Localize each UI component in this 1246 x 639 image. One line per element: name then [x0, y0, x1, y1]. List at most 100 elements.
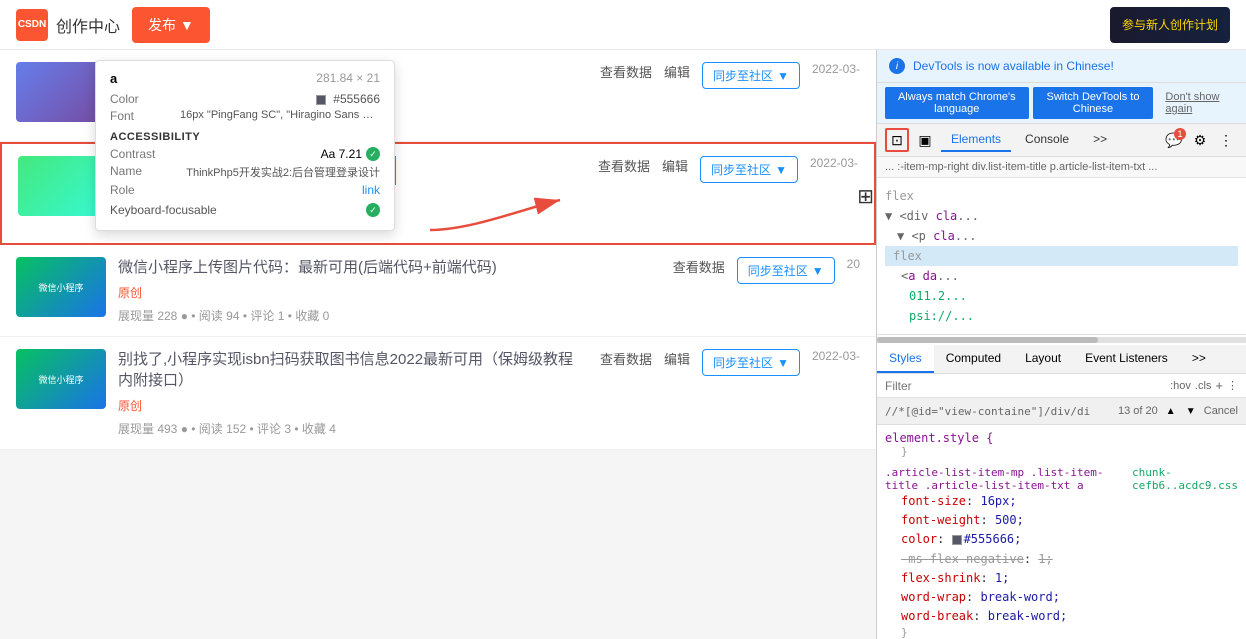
- style-prop: word-break: break-word;: [885, 607, 1238, 626]
- nav-up-button[interactable]: ▲: [1162, 402, 1180, 420]
- dont-show-again-link[interactable]: Don't show again: [1157, 87, 1238, 119]
- article-actions: 查看数据 编辑 同步至社区 ▼ 2022-03-: [600, 349, 860, 437]
- info-icon: i: [889, 58, 905, 74]
- vertical-dots-icon[interactable]: ⋮: [1214, 128, 1238, 152]
- qr-icon: ⊞: [857, 184, 874, 209]
- elements-tree: flex ▼ <div cla... ▼ <p cla... flex <a d…: [877, 178, 1246, 335]
- tooltip-color-row: Color #555666: [110, 92, 380, 106]
- view-data-link[interactable]: 查看数据: [600, 349, 652, 368]
- article-item: services.exe作用 原创 推荐受影响 展现量 195 ● • 阅读 1…: [0, 50, 876, 142]
- horizontal-scrollbar[interactable]: [877, 337, 1246, 343]
- switch-chinese-button[interactable]: Switch DevTools to Chinese: [1033, 87, 1154, 119]
- tooltip-dimensions: 281.84 × 21: [316, 71, 380, 86]
- edit-link[interactable]: 编辑: [662, 156, 688, 175]
- article-tags: 原创: [118, 284, 661, 301]
- sync-button[interactable]: 同步至社区 ▼: [702, 62, 800, 89]
- devtools-toolbar: ⊡ ▣ Elements Console >> 💬 1 ⚙ ⋮: [877, 124, 1246, 157]
- style-prop: color: #555666;: [885, 530, 1238, 549]
- app-container: CSDN 创作中心 发布 ▼ 参与新人创作计划 services.exe作用: [0, 0, 1246, 639]
- article-item: 微信小程序 微信小程序上传图片代码：最新可用(后端代码+前端代码) 原创 展现量…: [0, 245, 876, 337]
- style-rule: element.style { }: [885, 431, 1238, 458]
- tooltip-keyboard-row: Keyboard-focusable ✓: [110, 203, 380, 217]
- filter-cls[interactable]: .cls: [1195, 380, 1212, 392]
- style-selector: .article-list-item-mp .list-item-title .…: [885, 466, 1132, 492]
- filter-plus[interactable]: +: [1215, 378, 1223, 393]
- devtools-panel: i DevTools is now available in Chinese! …: [876, 50, 1246, 639]
- tab-styles[interactable]: Styles: [877, 345, 934, 373]
- styles-filter-input[interactable]: [885, 379, 1166, 393]
- nav-down-button[interactable]: ▼: [1182, 402, 1200, 420]
- tree-line: flex: [885, 186, 1238, 206]
- cancel-selector[interactable]: Cancel: [1204, 405, 1238, 417]
- tree-line: <a da...: [885, 266, 1238, 286]
- wechat-icon-text2: 微信小程序: [38, 373, 83, 386]
- badge-count: 1: [1174, 128, 1186, 140]
- article-body: 别找了,小程序实现isbn扫码获取图书信息2022最新可用（保姆级教程内附接口）…: [118, 349, 588, 437]
- inspect-element-icon[interactable]: ⊡: [885, 128, 909, 152]
- banner-text: 参与新人创作计划: [1122, 16, 1218, 33]
- tree-line: ▼ <div cla...: [885, 206, 1238, 226]
- publish-label: 发布: [148, 15, 176, 35]
- tooltip-font-value: 16px "PingFang SC", "Hiragino Sans GB", …: [180, 109, 380, 123]
- style-rule: .article-list-item-mp .list-item-title .…: [885, 466, 1238, 639]
- sync-button[interactable]: 同步至社区 ▼: [737, 257, 835, 284]
- sync-label: 同步至社区: [711, 161, 771, 178]
- publish-button[interactable]: 发布 ▼: [132, 7, 210, 43]
- message-badge[interactable]: 💬 1: [1162, 128, 1186, 152]
- selector-value: //*[@id="view-containe"]/div/di: [885, 405, 1114, 418]
- tooltip-name-label: Name: [110, 164, 142, 180]
- filter-more[interactable]: ⋮: [1227, 379, 1238, 392]
- sync-button[interactable]: 同步至社区 ▼: [700, 156, 798, 183]
- edit-link[interactable]: 编辑: [664, 62, 690, 81]
- article-meta: 展现量 493 ● • 阅读 152 • 评论 3 • 收藏 4: [118, 420, 588, 437]
- settings-icon[interactable]: ⚙: [1188, 128, 1212, 152]
- article-actions: 查看数据 编辑 同步至社区 ▼ 2022-03-: [598, 156, 858, 231]
- styles-tabs: Styles Computed Layout Event Listeners >…: [877, 345, 1246, 374]
- banner-image: 参与新人创作计划: [1110, 7, 1230, 43]
- view-data-link[interactable]: 查看数据: [598, 156, 650, 175]
- scrollbar-thumb: [877, 337, 1098, 343]
- tooltip-contrast-value: Aa 7.21 ✓: [321, 147, 380, 161]
- sync-label: 同步至社区: [748, 262, 808, 279]
- device-toolbar-icon[interactable]: ▣: [913, 128, 937, 152]
- sync-label: 同步至社区: [713, 354, 773, 371]
- tooltip-contrast-row: Contrast Aa 7.21 ✓: [110, 147, 380, 161]
- article-body: 微信小程序上传图片代码：最新可用(后端代码+前端代码) 原创 展现量 228 ●…: [118, 257, 661, 324]
- tab-computed[interactable]: Computed: [934, 345, 1013, 373]
- filter-hov[interactable]: :hov: [1170, 380, 1191, 392]
- article-actions: 查看数据 编辑 同步至社区 ▼ 2022-03-: [600, 62, 860, 129]
- styles-section: element.style { } .article-list-item-mp …: [877, 425, 1246, 639]
- sync-button[interactable]: 同步至社区 ▼: [702, 349, 800, 376]
- keyboard-check-icon: ✓: [366, 203, 380, 217]
- tab-more-styles[interactable]: >>: [1180, 345, 1218, 373]
- tab-event-listeners[interactable]: Event Listeners: [1073, 345, 1180, 373]
- tooltip-color-label: Color: [110, 92, 139, 106]
- color-swatch: [316, 95, 326, 105]
- csdn-logo: CSDN 创作中心: [16, 9, 120, 41]
- match-language-button[interactable]: Always match Chrome's language: [885, 87, 1029, 119]
- article-title[interactable]: 别找了,小程序实现isbn扫码获取图书信息2022最新可用（保姆级教程内附接口）: [118, 349, 588, 391]
- main-content: services.exe作用 原创 推荐受影响 展现量 195 ● • 阅读 1…: [0, 50, 1246, 639]
- view-data-link[interactable]: 查看数据: [673, 257, 725, 276]
- tab-layout[interactable]: Layout: [1013, 345, 1073, 373]
- top-bar: CSDN 创作中心 发布 ▼ 参与新人创作计划: [0, 0, 1246, 50]
- publish-dropdown-icon[interactable]: ▼: [180, 17, 194, 33]
- sync-dropdown-icon: ▼: [777, 69, 789, 83]
- style-close: }: [885, 626, 1238, 639]
- sync-dropdown-icon: ▼: [812, 264, 824, 278]
- tab-more[interactable]: >>: [1083, 128, 1117, 152]
- article-title[interactable]: 微信小程序上传图片代码：最新可用(后端代码+前端代码): [118, 257, 661, 278]
- view-data-link[interactable]: 查看数据: [600, 62, 652, 81]
- style-prop: font-weight: 500;: [885, 511, 1238, 530]
- tooltip-font-label: Font: [110, 109, 134, 123]
- article-list: services.exe作用 原创 推荐受影响 展现量 195 ● • 阅读 1…: [0, 50, 876, 450]
- tab-elements[interactable]: Elements: [941, 128, 1011, 152]
- tooltip-role-value: link: [362, 183, 380, 197]
- devtools-breadcrumb: ... :-item-mp-right div.list-item-title …: [877, 157, 1246, 178]
- tab-console[interactable]: Console: [1015, 128, 1079, 152]
- tooltip-accessibility-header: ACCESSIBILITY: [110, 131, 380, 143]
- article-tags: 原创: [118, 397, 588, 414]
- contrast-check-icon: ✓: [366, 147, 380, 161]
- edit-link[interactable]: 编辑: [664, 349, 690, 368]
- tree-line-selected[interactable]: flex: [885, 246, 1238, 266]
